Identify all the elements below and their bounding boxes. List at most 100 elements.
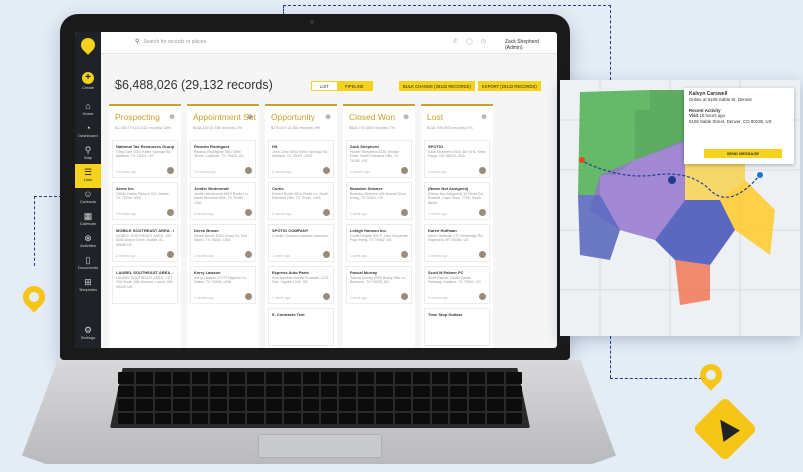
- record-card[interactable]: Brandon Selanee Brandon Selanee 446 Norm…: [346, 182, 412, 220]
- list-view-button[interactable]: LIST: [312, 82, 337, 90]
- key: [487, 412, 504, 424]
- key: [191, 372, 209, 384]
- add-record-icon[interactable]: ⊕: [481, 113, 487, 121]
- record-card[interactable]: Express Auto Parts Ron Avenida Nueva Gra…: [268, 266, 334, 304]
- record-card[interactable]: Curtis Robert Smith 6914 Route Ln, North…: [268, 182, 334, 220]
- add-record-icon[interactable]: ⊕: [403, 113, 409, 121]
- record-address: LAUREL SOUTHEAST AREA - 007 206 South 16…: [116, 276, 173, 289]
- record-card[interactable]: Acme Inc 16950 Dallas Pkwy # 202, Dallas…: [112, 182, 178, 220]
- sidebar-item-contacts[interactable]: ☺ Contacts: [75, 186, 101, 210]
- sidebar-item-home[interactable]: ⌂ Home: [75, 98, 101, 122]
- record-card[interactable]: Ricardo Rodriguez Ricardo Rodriguez 3907…: [190, 140, 256, 178]
- top-bar: ⚲ Search for records or places ✆◯◷ Zack S…: [101, 32, 557, 54]
- add-record-icon[interactable]: ⊕: [169, 113, 175, 121]
- key: [431, 385, 449, 397]
- avatar: [245, 251, 252, 258]
- key: [376, 399, 393, 411]
- record-card[interactable]: Kerry Lawson Kerry Lawson 17772 Highline…: [190, 266, 256, 304]
- add-record-icon[interactable]: ⊕: [247, 113, 253, 121]
- record-card[interactable]: HS John Cline 5050 Keller Springs Rd, Ad…: [268, 140, 334, 178]
- key: [265, 399, 283, 411]
- sidebar-item-label: Activities: [80, 243, 96, 248]
- export-button[interactable]: EXPORT (29132 RECORDS): [478, 81, 541, 91]
- record-card[interactable]: Karen Huffman Karen Huffman 272 Northrid…: [424, 224, 490, 262]
- key: [136, 412, 153, 424]
- record-card[interactable]: MOBILE SOUTHEAST AREA - 007 MOBILE SOUTH…: [112, 224, 178, 262]
- record-card[interactable]: Scott M Palmer PC Scott Palmer 15455 Dal…: [424, 266, 490, 304]
- key: [228, 385, 246, 397]
- record-time: 8 months ago: [116, 254, 136, 258]
- record-card[interactable]: SPOTIO Zack Shepherd 3924 4th St N, West…: [424, 140, 490, 178]
- pipeline-column: Lost ⊕ $118,798 (903 records) 4% SPOTIO …: [421, 104, 493, 348]
- record-card[interactable]: National Tax Resources Group Greg Garr 3…: [112, 140, 178, 178]
- record-time: 1 month ago: [272, 296, 291, 300]
- sidebar-item-dashboard[interactable]: ◔ Dashboard: [75, 120, 101, 144]
- key: [357, 399, 375, 411]
- sidebar-item-settings[interactable]: ⚙ Settings: [75, 322, 101, 346]
- sidebar-item-documents[interactable]: ▯ Documents: [75, 252, 101, 276]
- key: [136, 372, 153, 384]
- avatar: [401, 209, 408, 216]
- record-card[interactable]: Jenifer Mcdermott Jenifer Mcdermott 6919…: [190, 182, 256, 220]
- key: [302, 399, 319, 411]
- sidebar-item-calendar[interactable]: ▦ Calendar: [75, 208, 101, 232]
- sidebar-item-label: Settings: [80, 335, 96, 340]
- pipeline-view-button[interactable]: PIPELINE: [336, 82, 372, 90]
- history-icon[interactable]: ◷: [481, 39, 494, 45]
- record-time: 1 week ago: [350, 254, 367, 258]
- key: [210, 385, 227, 397]
- record-name: Curtis: [272, 186, 284, 191]
- chat-icon[interactable]: ◯: [466, 39, 481, 45]
- record-card[interactable]: LAUREL SOUTHEAST AREA - 007 LAUREL SOUTH…: [112, 266, 178, 304]
- key: [413, 372, 430, 384]
- record-name: SPOTIO COMPANY: [272, 228, 309, 233]
- sidebar-item-activities[interactable]: ⊗ Activities: [75, 230, 101, 254]
- search-input[interactable]: ⚲ Search for records or places: [135, 38, 206, 45]
- user-name[interactable]: Zack Shepherd (Admin): [505, 39, 557, 51]
- templates-icon: ⊞: [84, 277, 92, 287]
- record-time: 3 months ago: [194, 254, 214, 258]
- record-card[interactable]: (Name Not Assigned) (Name Not Assigned) …: [424, 182, 490, 220]
- key: [394, 412, 412, 424]
- record-card[interactable]: E. Contracts Test: [268, 308, 334, 346]
- avatar: [401, 167, 408, 174]
- record-name: Lehigh Hanson Inc.: [350, 228, 387, 233]
- territory-map[interactable]: Kalvyn Carswell Online at 5108 Sable St,…: [560, 80, 800, 336]
- record-time: 10 months ago: [194, 170, 216, 174]
- key: [173, 385, 190, 397]
- sidebar-item-label: Map: [84, 155, 92, 160]
- record-card[interactable]: Time Stop Guitars: [424, 308, 490, 346]
- pipeline-column: Opportunity ⊕ $276,870 (3,354 records) 4…: [265, 104, 337, 348]
- send-message-button[interactable]: SEND MESSAGE: [704, 149, 782, 158]
- add-record-icon[interactable]: ⊕: [325, 113, 331, 121]
- record-time: 6 months ago: [272, 212, 292, 216]
- create-button[interactable]: +: [82, 72, 94, 84]
- bulk-change-button[interactable]: BULK CHANGE (29132 RECORDS): [399, 81, 475, 91]
- key: [357, 412, 375, 424]
- avatar: [167, 209, 174, 216]
- sidebar: + Create ⌂ Home ◔ Dashboard ⚲ Map ☰ Lists ☺ Conta…: [75, 32, 101, 348]
- key: [321, 385, 338, 397]
- record-card[interactable]: SPOTIO COMPANY Charlie Chesson Address u…: [268, 224, 334, 262]
- avatar: [401, 293, 408, 300]
- top-bar-actions[interactable]: ✆◯◷: [453, 38, 494, 45]
- record-time: 1 month ago: [428, 170, 447, 174]
- avatar: [245, 293, 252, 300]
- sidebar-item-map[interactable]: ⚲ Map: [75, 142, 101, 166]
- avatar: [479, 209, 486, 216]
- record-card[interactable]: Derek Brown Derek Brown 8304 Cross Dr, F…: [190, 224, 256, 262]
- record-card[interactable]: Pascal Murray Pascal Murray 4900 Brady H…: [346, 266, 412, 304]
- record-address: Greg Garr 3003 Keller Springs Rd, Addiso…: [116, 150, 172, 159]
- record-name: Pascal Murray: [350, 270, 378, 275]
- record-card[interactable]: Lehigh Hanson Inc. Curtis Roadie 300 E J…: [346, 224, 412, 262]
- sidebar-item-lists[interactable]: ☰ Lists: [75, 164, 101, 188]
- phone-icon[interactable]: ✆: [453, 39, 466, 45]
- record-card[interactable]: Zack Shepherd Hunter Shepherd 8136 Terra…: [346, 140, 412, 178]
- key: [302, 372, 319, 384]
- sidebar-item-templates[interactable]: ⊞ Templates: [75, 274, 101, 298]
- record-name: Ricardo Rodriguez: [194, 144, 230, 149]
- column-title: Lost: [427, 112, 444, 122]
- record-address: MOBILE SOUTHEAST AREA - 007 6350 Airport…: [116, 234, 173, 247]
- record-address: Ricardo Rodriguez 3907 80th Street, Lubb…: [194, 150, 244, 159]
- pipeline-column: Closed Won ⊕ $528,793 (593 records) 7% Z…: [343, 104, 415, 348]
